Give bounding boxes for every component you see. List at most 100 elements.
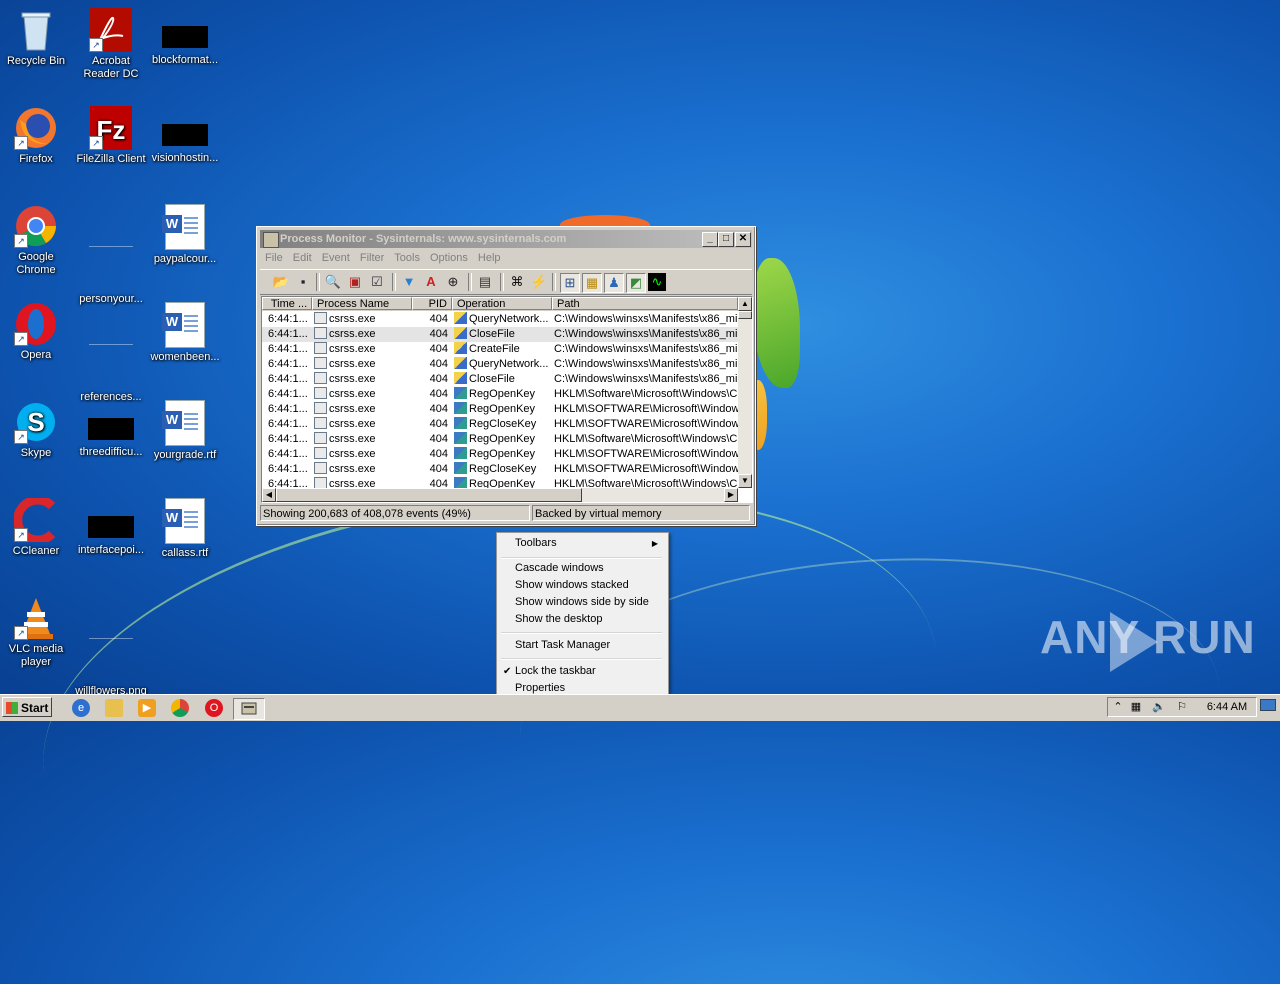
title-bar[interactable]: Process Monitor - Sysinternals: www.sysi… — [260, 230, 752, 248]
desktop-icon-vlc[interactable]: ↗ VLC media player — [0, 596, 74, 669]
start-button[interactable]: Start — [2, 697, 52, 717]
desktop-icon-blockformat[interactable]: blockformat... — [147, 8, 223, 67]
desktop-icon-interfacepoi[interactable]: interfacepoi... — [73, 498, 149, 557]
table-row[interactable]: 6:44:1... csrss.exe 404 QueryNetwork... C:\W… — [262, 357, 738, 372]
table-row[interactable]: 6:44:1... csrss.exe 404 RegCloseKey HKLM\SOF… — [262, 417, 738, 432]
filesystem-activity-icon[interactable]: ▦ — [582, 273, 602, 293]
desktop-icon-visionhostin[interactable]: visionhostin... — [147, 106, 223, 165]
process-monitor-window[interactable]: Process Monitor - Sysinternals: www.sysi… — [256, 226, 756, 526]
network-icon[interactable]: ▦ — [1130, 701, 1142, 713]
desktop-icon-filezilla[interactable]: Fz ↗ FileZilla Client — [73, 106, 149, 166]
scroll-left-arrow-icon[interactable]: ◀ — [262, 488, 276, 502]
horizontal-scrollbar[interactable]: ◀ ▶ — [262, 488, 738, 502]
table-row[interactable]: 6:44:1... csrss.exe 404 RegOpenKey HKLM\Soft… — [262, 432, 738, 447]
event-list[interactable]: Time ... Process Name PID Operation Path… — [261, 296, 753, 503]
column-header-process-name[interactable]: Process Name — [312, 297, 412, 310]
cell-pid: 404 — [412, 447, 448, 462]
desktop-icon-chrome[interactable]: ↗ Google Chrome — [0, 204, 74, 277]
find-binoculars-icon[interactable]: ⌘ — [508, 273, 526, 291]
minimize-button[interactable]: _ — [702, 232, 718, 247]
vertical-scrollbar[interactable]: ▲ ▼ — [738, 297, 752, 488]
desktop-icon-references[interactable]: references... — [73, 302, 149, 404]
taskbar-button-procmon[interactable] — [233, 698, 265, 720]
highlight-icon[interactable]: A — [422, 273, 440, 291]
show-desktop-icon[interactable] — [1260, 699, 1276, 711]
menu-edit[interactable]: Edit — [288, 250, 317, 267]
desktop-icon-willflowers[interactable]: willflowers.png — [73, 596, 149, 698]
menu-item-toolbars[interactable]: Toolbars ▶ — [499, 535, 664, 552]
opera-taskbar-icon[interactable]: O — [205, 699, 223, 717]
process-tree-icon[interactable]: ▤ — [476, 273, 494, 291]
cell-pid-text: 404 — [429, 448, 448, 460]
autoscroll-icon[interactable]: ▣ — [346, 273, 364, 291]
desktop-icon-recycle-bin[interactable]: Recycle Bin — [0, 8, 74, 68]
registry-activity-icon[interactable]: ⊞ — [560, 273, 580, 293]
desktop-icon-personyour[interactable]: personyour... — [73, 204, 149, 306]
desktop-icon-opera[interactable]: ↗ Opera — [0, 302, 74, 362]
desktop-icon-womenbeen[interactable]: W womenbeen... — [147, 302, 223, 364]
column-header-time[interactable]: Time ... — [262, 297, 312, 310]
menu-help[interactable]: Help — [473, 250, 506, 267]
open-icon[interactable]: 📂 — [272, 273, 290, 291]
include-process-target-icon[interactable]: ⊕ — [444, 273, 462, 291]
menu-item-side-by-side[interactable]: Show windows side by side — [499, 594, 664, 611]
maximize-button[interactable]: □ — [718, 232, 734, 247]
menu-options[interactable]: Options — [425, 250, 473, 267]
cell-process-text: csrss.exe — [329, 433, 376, 445]
menu-tools[interactable]: Tools — [389, 250, 425, 267]
desktop-icon-paypalcour[interactable]: W paypalcour... — [147, 204, 223, 266]
table-row[interactable]: 6:44:1... csrss.exe 404 RegOpenKey HKLM\SOFT… — [262, 402, 738, 417]
table-row[interactable]: 6:44:1... csrss.exe 404 CloseFile C:\Windows… — [262, 372, 738, 387]
table-row[interactable]: 6:44:1... csrss.exe 404 CreateFile C:\Window… — [262, 342, 738, 357]
desktop-icon-threedifficu[interactable]: threedifficu... — [73, 400, 149, 459]
desktop-icon-callass[interactable]: W callass.rtf — [147, 498, 223, 560]
menu-item-show-windows-stacked[interactable]: Show windows stacked — [499, 577, 664, 594]
redacted-thumbnail-icon — [162, 26, 208, 48]
clock[interactable]: 6:44 AM — [1202, 697, 1252, 717]
column-header-path[interactable]: Path — [552, 297, 738, 310]
scroll-down-arrow-icon[interactable]: ▼ — [738, 474, 752, 488]
scroll-up-arrow-icon[interactable]: ▲ — [738, 297, 752, 311]
desktop-icon-ccleaner[interactable]: ↗ CCleaner — [0, 495, 74, 558]
scrollbar-thumb[interactable] — [738, 311, 752, 319]
table-row[interactable]: 6:44:1... csrss.exe 404 QueryNetwork... C:\W… — [262, 312, 738, 327]
volume-icon[interactable]: 🔈 — [1152, 701, 1166, 713]
scroll-right-arrow-icon[interactable]: ▶ — [724, 488, 738, 502]
clear-display-icon[interactable]: ☑ — [368, 273, 386, 291]
menu-item-start-task-manager[interactable]: Start Task Manager — [499, 637, 664, 654]
save-icon[interactable]: ▪ — [294, 273, 312, 291]
jump-to-icon[interactable]: ⚡ — [530, 273, 548, 291]
desktop-icon-skype[interactable]: S ↗ Skype — [0, 400, 74, 460]
explorer-folder-icon[interactable] — [105, 699, 123, 717]
menu-item-label: Properties — [515, 682, 566, 694]
taskbar[interactable]: Start e ▶ O ⌃ ▦ 🔈 ⚐ 6:44 AM — [0, 694, 1280, 721]
filter-icon[interactable]: ▼ — [400, 273, 418, 291]
scrollbar-thumb[interactable] — [276, 488, 582, 502]
menu-file[interactable]: File — [260, 250, 288, 267]
menu-filter[interactable]: Filter — [355, 250, 389, 267]
internet-explorer-icon[interactable]: e — [72, 699, 90, 717]
table-row[interactable]: 6:44:1... csrss.exe 404 RegCloseKey HKLM\SOF… — [262, 462, 738, 477]
media-player-icon[interactable]: ▶ — [138, 699, 156, 717]
desktop-icon-firefox[interactable]: ↗ Firefox — [0, 106, 74, 166]
menu-event[interactable]: Event — [317, 250, 355, 267]
table-row[interactable]: 6:44:1... csrss.exe 404 RegOpenKey HKLM\Soft… — [262, 387, 738, 402]
table-row[interactable]: 6:44:1... csrss.exe 404 RegOpenKey HKLM\SOFT… — [262, 447, 738, 462]
action-center-flag-icon[interactable]: ⚐ — [1176, 701, 1188, 713]
column-header-operation[interactable]: Operation — [452, 297, 552, 310]
menu-item-show-desktop[interactable]: Show the desktop — [499, 611, 664, 628]
network-activity-icon[interactable]: ♟ — [604, 273, 624, 293]
cell-path-text: C:\Windows\winsxs\Manifests\x86_mi — [554, 313, 738, 325]
close-button[interactable]: ✕ — [735, 232, 751, 247]
desktop-icon-yourgrade[interactable]: W yourgrade.rtf — [147, 400, 223, 462]
show-hidden-icons-icon[interactable]: ⌃ — [1112, 701, 1124, 713]
chrome-taskbar-icon[interactable] — [171, 699, 189, 717]
column-header-pid[interactable]: PID — [412, 297, 452, 310]
menu-item-lock-taskbar[interactable]: ✔ Lock the taskbar — [499, 663, 664, 680]
capture-magnifier-icon[interactable]: 🔍 — [324, 273, 342, 291]
desktop-icon-acrobat[interactable]: ↗ Acrobat Reader DC — [73, 8, 149, 81]
menu-item-cascade-windows[interactable]: Cascade windows — [499, 560, 664, 577]
process-thread-activity-icon[interactable]: ◩ — [626, 273, 646, 293]
table-row[interactable]: 6:44:1... csrss.exe 404 CloseFile C:\Windows… — [262, 327, 738, 342]
profiling-events-icon[interactable]: ∿ — [648, 273, 666, 291]
